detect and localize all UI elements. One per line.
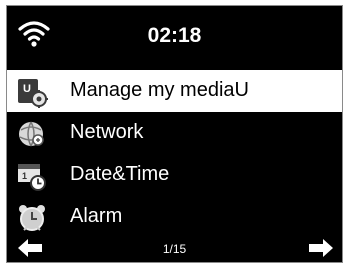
menu-item-date-time[interactable]: 1 Date&Time [7, 154, 342, 196]
network-icon [16, 118, 48, 150]
clock-time: 02:18 [147, 24, 202, 47]
menu-item-manage-my-mediau[interactable]: U Manage my mediaU [7, 70, 342, 112]
svg-text:U: U [23, 83, 31, 95]
mediau-manage-icon: U [16, 76, 48, 108]
alarm-clock-icon [16, 202, 48, 234]
menu-item-network[interactable]: Network [7, 112, 342, 154]
date-time-icon: 1 [16, 160, 48, 192]
status-bar: 02:18 [7, 6, 342, 68]
menu-item-alarm[interactable]: Alarm [7, 196, 342, 238]
menu-item-label: Manage my mediaU [70, 79, 249, 101]
radio-display: 02:18 U Manage my mediaU Network 1 Date&… [6, 5, 343, 263]
main-menu: U Manage my mediaU Network 1 Date&Time A… [7, 70, 342, 238]
menu-item-label: Network [70, 121, 144, 143]
arrow-right-icon[interactable] [308, 238, 334, 258]
page-indicator: 1/15 [162, 242, 187, 256]
menu-item-label: Date&Time [70, 163, 170, 185]
svg-text:1: 1 [22, 171, 27, 181]
menu-item-label: Alarm [70, 205, 123, 227]
footer-bar: 1/15 [7, 234, 342, 262]
